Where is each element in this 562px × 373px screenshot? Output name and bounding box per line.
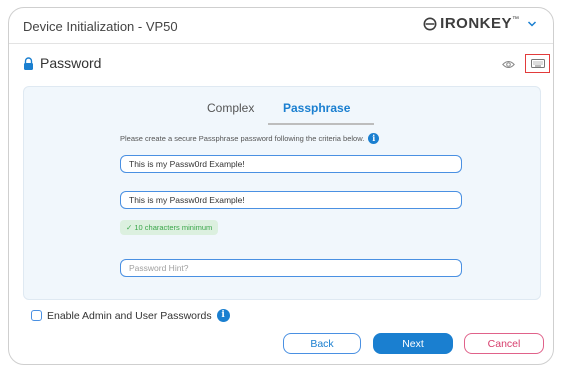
password-panel: Complex Passphrase Please create a secur… — [23, 86, 541, 300]
lock-icon — [24, 56, 33, 70]
criteria-badge: ✓ 10 characters minimum — [120, 220, 219, 235]
confirm-password-field[interactable] — [120, 191, 462, 209]
brand-trademark: ™ — [512, 16, 519, 23]
chevron-down-icon[interactable] — [527, 19, 537, 29]
ironkey-logo-mark-icon — [423, 17, 437, 30]
next-button[interactable]: Next — [373, 333, 453, 354]
instructions-text: Please create a secure Passphrase passwo… — [120, 134, 365, 143]
window-title: Device Initialization - VP50 — [23, 19, 178, 34]
info-icon[interactable]: i — [216, 309, 230, 322]
device-init-window: Device Initialization - VP50 IRONKEY ™ P… — [8, 7, 554, 365]
enable-admin-user-checkbox[interactable] — [31, 310, 42, 321]
back-button[interactable]: Back — [283, 333, 361, 354]
tab-complex[interactable]: Complex — [207, 101, 254, 115]
virtual-keyboard-button[interactable] — [525, 54, 550, 73]
active-tab-indicator — [268, 123, 374, 125]
keyboard-icon — [530, 59, 545, 68]
password-field[interactable] — [120, 155, 462, 173]
title-bar: Device Initialization - VP50 IRONKEY ™ — [9, 8, 553, 44]
info-icon[interactable]: i — [368, 133, 380, 144]
enable-admin-user-option: Enable Admin and User Passwords i — [31, 309, 230, 322]
instructions: Please create a secure Passphrase passwo… — [120, 133, 380, 144]
cancel-button[interactable]: Cancel — [464, 333, 544, 354]
password-hint-field[interactable] — [120, 259, 462, 277]
show-password-eye-icon[interactable] — [502, 60, 515, 69]
ironkey-logo: IRONKEY ™ — [423, 15, 537, 32]
brand-name: IRONKEY — [440, 15, 512, 32]
tab-passphrase[interactable]: Passphrase — [283, 101, 350, 115]
password-section-header: Password — [23, 55, 101, 71]
section-title: Password — [40, 55, 102, 71]
password-type-tabs: Complex Passphrase — [24, 101, 540, 125]
checkbox-label[interactable]: Enable Admin and User Passwords — [47, 310, 212, 322]
